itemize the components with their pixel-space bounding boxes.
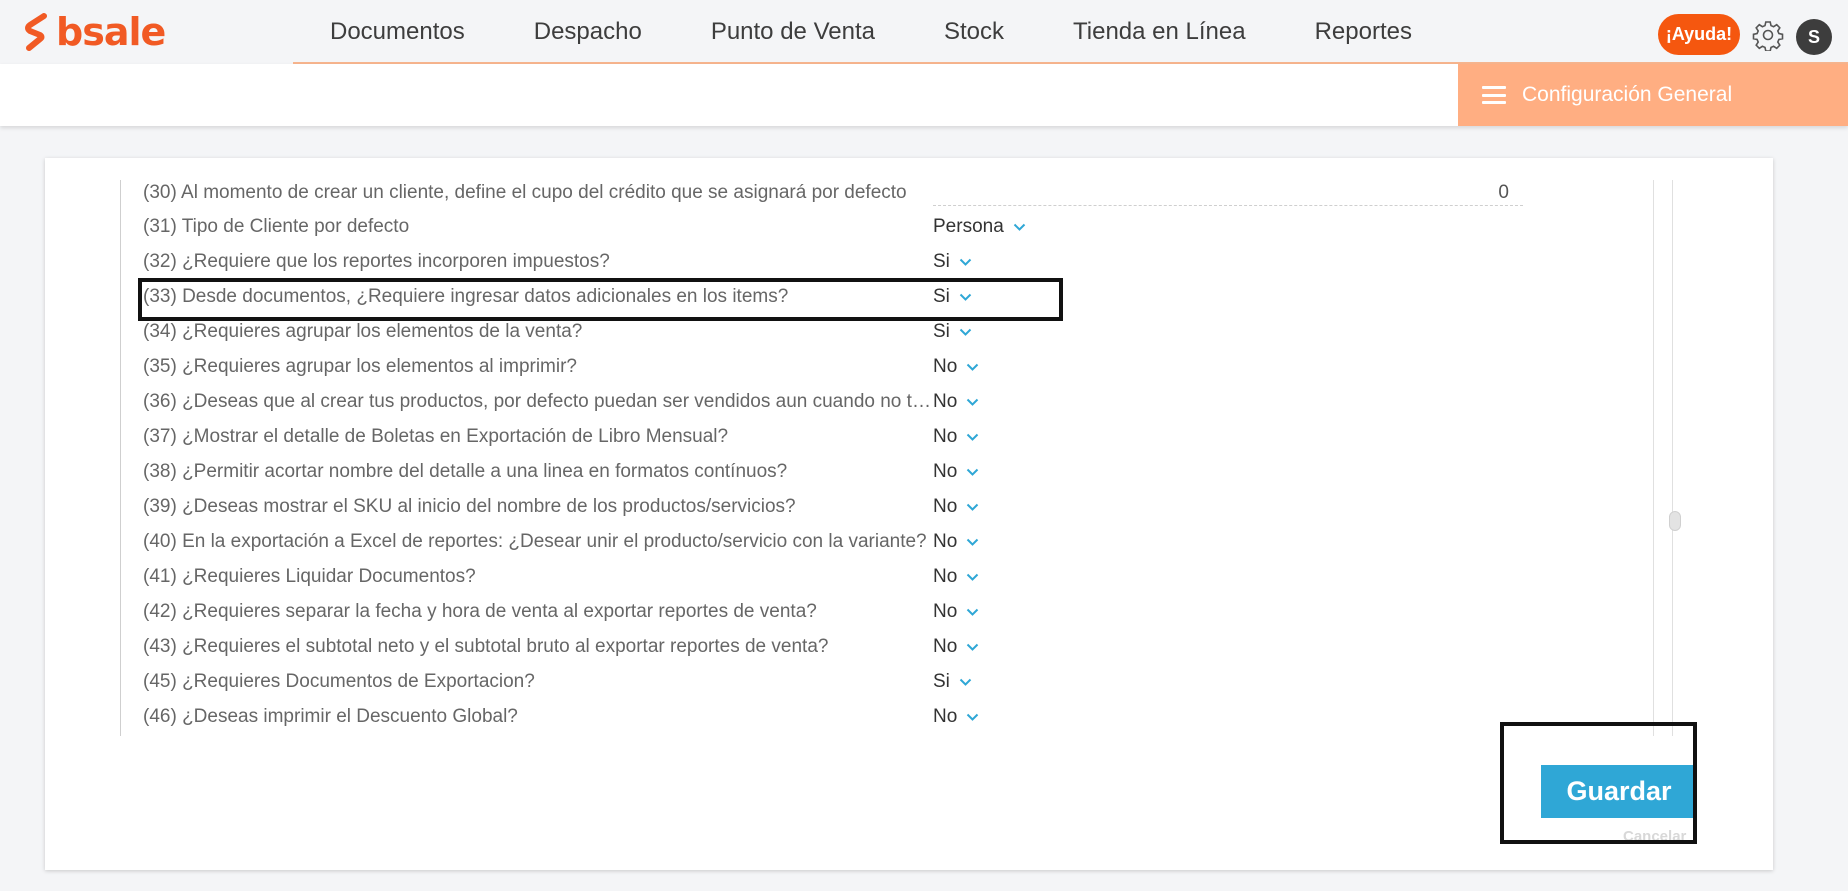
credit-limit-input[interactable] <box>933 180 1523 206</box>
gear-icon[interactable] <box>1752 19 1784 51</box>
setting-label: (40) En la exportación a Excel de report… <box>143 531 927 552</box>
chevron-down-icon <box>959 258 972 266</box>
setting-label: (36) ¿Deseas que al crear tus productos,… <box>143 391 933 412</box>
setting-select[interactable]: No <box>933 426 979 448</box>
setting-select[interactable]: No <box>933 601 979 623</box>
setting-select[interactable]: Si <box>933 251 972 273</box>
brand-name: bsale <box>56 10 166 54</box>
setting-label: (39) ¿Deseas mostrar el SKU al inicio de… <box>143 496 796 517</box>
chevron-down-icon <box>967 503 979 511</box>
setting-row-46: (46) ¿Deseas imprimir el Descuento Globa… <box>143 702 1573 732</box>
setting-row-40: (40) En la exportación a Excel de report… <box>143 527 1573 557</box>
setting-row-30: (30) Al momento de crear un cliente, def… <box>143 178 1573 208</box>
setting-value: No <box>933 496 958 517</box>
chevron-down-icon <box>967 468 979 476</box>
chevron-down-icon <box>967 398 979 406</box>
chevron-down-icon <box>967 573 979 581</box>
setting-value: Si <box>933 671 950 692</box>
chevron-down-icon <box>967 433 979 441</box>
setting-select[interactable]: No <box>933 636 979 658</box>
setting-row-35: (35) ¿Requieres agrupar los elementos al… <box>143 352 1573 382</box>
chevron-down-icon <box>967 713 979 721</box>
setting-row-31: (31) Tipo de Cliente por defecto Persona <box>143 212 1573 242</box>
settings-list-frame <box>120 180 121 736</box>
setting-row-38: (38) ¿Permitir acortar nombre del detall… <box>143 457 1573 487</box>
setting-value: Si <box>933 251 950 272</box>
setting-row-36: (36) ¿Deseas que al crear tus productos,… <box>143 387 1573 417</box>
bsale-logo-icon <box>25 13 47 51</box>
nav-item-punto-de-venta[interactable]: Punto de Venta <box>711 18 875 46</box>
setting-select[interactable]: No <box>933 531 979 553</box>
sub-header: Configuración General <box>0 64 1848 126</box>
setting-label: (34) ¿Requieres agrupar los elementos de… <box>143 321 583 342</box>
bsale-logo[interactable]: bsale <box>24 10 166 54</box>
setting-row-34: (34) ¿Requieres agrupar los elementos de… <box>143 317 1573 347</box>
scrollbar-thumb[interactable] <box>1669 511 1681 531</box>
config-general-button[interactable]: Configuración General <box>1458 64 1848 126</box>
setting-value: No <box>933 706 958 727</box>
setting-select[interactable]: Persona <box>933 216 1026 238</box>
setting-select[interactable]: Si <box>933 321 972 343</box>
setting-value: Persona <box>933 216 1004 237</box>
setting-select[interactable]: No <box>933 461 979 483</box>
setting-select[interactable]: No <box>933 391 979 413</box>
setting-label: (30) Al momento de crear un cliente, def… <box>143 182 907 203</box>
setting-value: No <box>933 636 958 657</box>
scrollbar-track[interactable] <box>1653 180 1673 736</box>
setting-label: (41) ¿Requieres Liquidar Documentos? <box>143 566 476 587</box>
setting-label: (43) ¿Requieres el subtotal neto y el su… <box>143 636 829 657</box>
setting-label: (35) ¿Requieres agrupar los elementos al… <box>143 356 578 377</box>
setting-label: (45) ¿Requieres Documentos de Exportacio… <box>143 671 535 692</box>
setting-row-43: (43) ¿Requieres el subtotal neto y el su… <box>143 632 1573 662</box>
chevron-down-icon <box>967 363 979 371</box>
chevron-down-icon <box>959 678 972 686</box>
setting-select[interactable]: No <box>933 496 979 518</box>
setting-select[interactable]: No <box>933 356 979 378</box>
user-avatar[interactable]: S <box>1796 19 1832 55</box>
chevron-down-icon <box>1013 223 1025 231</box>
chevron-down-icon <box>967 538 979 546</box>
config-general-label: Configuración General <box>1522 83 1733 106</box>
highlight-box-save <box>1500 722 1697 844</box>
setting-label: (38) ¿Permitir acortar nombre del detall… <box>143 461 788 482</box>
nav-item-reportes[interactable]: Reportes <box>1315 18 1412 46</box>
settings-card: (30) Al momento de crear un cliente, def… <box>45 158 1773 870</box>
main-nav: Documentos Despacho Punto de Venta Stock… <box>330 0 1481 64</box>
nav-item-tienda-en-linea[interactable]: Tienda en Línea <box>1073 18 1246 46</box>
setting-value: No <box>933 356 958 377</box>
setting-row-42: (42) ¿Requieres separar la fecha y hora … <box>143 597 1573 627</box>
chevron-down-icon <box>959 328 972 336</box>
top-navigation-bar: bsale Documentos Despacho Punto de Venta… <box>0 0 1848 64</box>
setting-label: (32) ¿Requiere que los reportes incorpor… <box>143 251 610 272</box>
setting-select[interactable]: No <box>933 566 979 588</box>
chevron-down-icon <box>967 643 979 651</box>
setting-label: (46) ¿Deseas imprimir el Descuento Globa… <box>143 706 518 727</box>
setting-row-37: (37) ¿Mostrar el detalle de Boletas en E… <box>143 422 1573 452</box>
setting-value: No <box>933 461 958 482</box>
setting-value: Si <box>933 321 950 342</box>
setting-select[interactable]: No <box>933 706 979 728</box>
nav-item-despacho[interactable]: Despacho <box>534 18 642 46</box>
setting-value: No <box>933 531 958 552</box>
hamburger-menu-icon <box>1482 86 1506 104</box>
setting-label: (31) Tipo de Cliente por defecto <box>143 216 410 237</box>
setting-row-32: (32) ¿Requiere que los reportes incorpor… <box>143 247 1573 277</box>
setting-row-41: (41) ¿Requieres Liquidar Documentos? No <box>143 562 1573 592</box>
setting-value: No <box>933 566 958 587</box>
setting-row-39: (39) ¿Deseas mostrar el SKU al inicio de… <box>143 492 1573 522</box>
setting-value: No <box>933 426 958 447</box>
setting-value: No <box>933 391 958 412</box>
nav-item-stock[interactable]: Stock <box>944 18 1004 46</box>
setting-row-45: (45) ¿Requieres Documentos de Exportacio… <box>143 667 1573 697</box>
setting-value: No <box>933 601 958 622</box>
setting-select[interactable]: Si <box>933 671 972 693</box>
help-button[interactable]: ¡Ayuda! <box>1658 14 1740 55</box>
setting-label: (37) ¿Mostrar el detalle de Boletas en E… <box>143 426 729 447</box>
nav-item-documentos[interactable]: Documentos <box>330 18 465 46</box>
chevron-down-icon <box>967 608 979 616</box>
highlight-box-row-33 <box>138 278 1063 321</box>
setting-label: (42) ¿Requieres separar la fecha y hora … <box>143 601 817 622</box>
